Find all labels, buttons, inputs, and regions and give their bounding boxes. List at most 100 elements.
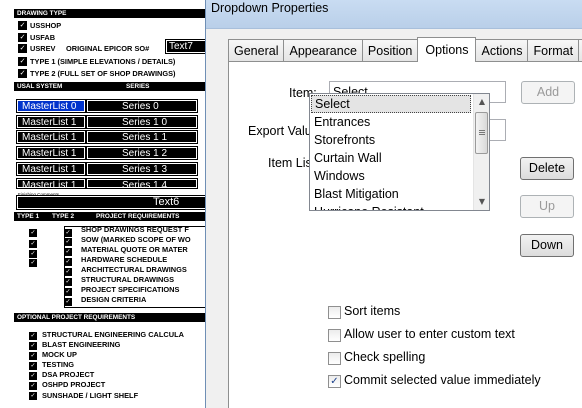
list-item[interactable]: Curtain Wall xyxy=(311,149,471,167)
custom-text-label: Allow user to enter custom text xyxy=(344,327,515,341)
pdf-form-page: DRAWING TYPE ✓ USSHOP ✓ USFAB ✓ USREV OR… xyxy=(0,0,205,408)
type2-req-check[interactable]: ✓ xyxy=(64,248,72,256)
scroll-up-icon[interactable]: ▲ xyxy=(474,94,489,110)
requirement-label: STRUCTURAL DRAWINGS xyxy=(81,275,175,284)
series-dropdown[interactable]: Series 1 0 xyxy=(86,115,198,129)
ussop-checkbox[interactable]: ✓ xyxy=(18,21,27,30)
tab-validate[interactable]: Va xyxy=(578,39,582,62)
optional-requirement-label: TESTING xyxy=(42,360,75,369)
scroll-thumb[interactable] xyxy=(475,112,488,154)
epicor-label: ORIGINAL EPICOR SO# xyxy=(66,44,150,53)
custom-text-checkbox[interactable] xyxy=(328,329,341,342)
series-dropdown[interactable]: Series 1 1 xyxy=(86,130,198,144)
optional-requirement-label: STRUCTURAL ENGINEERING CALCULA xyxy=(42,330,184,339)
requirement-label: MATERIAL QUOTE OR MATER xyxy=(81,245,188,254)
usal-system-label: USAL SYSTEM xyxy=(17,83,63,90)
type2-req-check[interactable]: ✓ xyxy=(64,229,72,237)
list-item[interactable]: Blast Mitigation xyxy=(311,185,471,203)
list-scrollbar[interactable]: ▲ ▼ xyxy=(473,94,489,210)
usfab-label: USFAB xyxy=(30,33,56,42)
type2-req-check[interactable]: ✓ xyxy=(64,238,72,246)
optional-requirement-label: OSHPD PROJECT xyxy=(42,380,106,389)
type2-req-check[interactable]: ✓ xyxy=(64,268,72,276)
system-header: USAL SYSTEM SERIES xyxy=(14,82,205,91)
add-button[interactable]: Add xyxy=(521,81,575,104)
master-list-dropdown[interactable]: MasterList 1 xyxy=(16,146,86,160)
type2-req-check[interactable]: ✓ xyxy=(64,288,72,296)
comments-field[interactable]: Text6 xyxy=(16,195,205,210)
tab-general[interactable]: General xyxy=(228,39,285,62)
tab-format[interactable]: Format xyxy=(527,39,580,62)
type2-req-check[interactable]: ✓ xyxy=(64,278,72,286)
series-dropdown[interactable]: Series 1 2 xyxy=(86,146,198,160)
check-spelling-label: Check spelling xyxy=(344,350,426,364)
type1-req-check[interactable]: ✓ xyxy=(29,240,37,248)
usrev-checkbox[interactable]: ✓ xyxy=(18,44,27,53)
sort-items-checkbox[interactable] xyxy=(328,306,341,319)
usrev-label: USREV xyxy=(30,44,56,53)
requirement-label: SOW (MARKED SCOPE OF WO xyxy=(81,235,191,244)
dialog-title: Dropdown Properties xyxy=(211,1,329,15)
ussop-label: USSHOP xyxy=(30,21,62,30)
optional-req-check[interactable]: ✓ xyxy=(29,372,37,380)
type1-column-label: TYPE 1 xyxy=(17,213,40,220)
type2-column-label: TYPE 2 xyxy=(52,213,75,220)
tab-appearance[interactable]: Appearance xyxy=(283,39,363,62)
type2-checkbox[interactable]: ✓ xyxy=(18,69,27,78)
check-spelling-checkbox[interactable] xyxy=(328,352,341,365)
type1-req-check[interactable]: ✓ xyxy=(29,229,37,237)
list-item[interactable]: Windows xyxy=(311,167,471,185)
commit-immediately-checkbox[interactable]: ✓ xyxy=(328,375,341,388)
optional-requirement-label: MOCK UP xyxy=(42,350,77,359)
optional-requirement-label: SUNSHADE / LIGHT SHELF xyxy=(42,391,139,400)
requirement-label: HARDWARE SCHEDULE xyxy=(81,255,168,264)
optional-req-check[interactable]: ✓ xyxy=(29,362,37,370)
tab-position[interactable]: Position xyxy=(361,39,419,62)
requirement-label: SHOP DRAWINGS REQUEST F xyxy=(81,225,189,234)
dropdown-properties-dialog: Dropdown Properties General Appearance P… xyxy=(205,0,582,408)
type1-req-check[interactable]: ✓ xyxy=(29,259,37,267)
type1-checkbox[interactable]: ✓ xyxy=(18,57,27,66)
tab-options[interactable]: Options xyxy=(417,37,477,62)
sort-items-label: Sort items xyxy=(344,304,401,318)
list-item[interactable]: Entrances xyxy=(311,113,471,131)
optional-requirement-label: BLAST ENGINEERING xyxy=(42,340,121,349)
delete-button[interactable]: Delete xyxy=(520,157,574,180)
master-list-dropdown[interactable]: MasterList 1 xyxy=(16,178,86,189)
type2-req-check[interactable]: ✓ xyxy=(64,258,72,266)
list-item[interactable]: Storefronts xyxy=(311,131,471,149)
drawing-type-header: DRAWING TYPE xyxy=(14,9,205,18)
series-label: SERIES xyxy=(126,83,150,90)
series-dropdown[interactable]: Series 1 3 xyxy=(86,162,198,176)
type2-req-check[interactable]: ✓ xyxy=(64,298,72,306)
series-dropdown[interactable]: Series 0 xyxy=(86,99,198,113)
requirement-label: DESIGN CRITERIA xyxy=(81,295,147,304)
master-list-dropdown[interactable]: MasterList 1 xyxy=(16,130,86,144)
type1-label: TYPE 1 (SIMPLE ELEVATIONS / DETAILS) xyxy=(30,57,176,66)
master-list-dropdown[interactable]: MasterList 0 xyxy=(16,99,86,113)
optional-req-check[interactable]: ✓ xyxy=(29,382,37,390)
requirement-label: PROJECT SPECIFICATIONS xyxy=(81,285,180,294)
series-dropdown[interactable]: Series 1 4 xyxy=(86,178,198,189)
master-list-dropdown[interactable]: MasterList 1 xyxy=(16,115,86,129)
optional-requirements-header: OPTIONAL PROJECT REQUIREMENTS xyxy=(14,313,205,322)
master-list-dropdown[interactable]: MasterList 1 xyxy=(16,162,86,176)
optional-req-check[interactable]: ✓ xyxy=(29,352,37,360)
optional-requirement-label: DSA PROJECT xyxy=(42,370,95,379)
type1-req-check[interactable]: ✓ xyxy=(29,250,37,258)
optional-req-check[interactable]: ✓ xyxy=(29,332,37,340)
list-item[interactable]: Select xyxy=(311,95,471,113)
list-item[interactable]: Hurricane Resistant xyxy=(311,203,471,210)
down-button[interactable]: Down xyxy=(520,234,574,257)
epicor-so-field[interactable]: Text7 xyxy=(165,39,205,54)
commit-immediately-label: Commit selected value immediately xyxy=(344,373,541,387)
item-list-box[interactable]: Select Entrances Storefronts Curtain Wal… xyxy=(309,93,490,211)
optional-req-check[interactable]: ✓ xyxy=(29,392,37,400)
optional-req-check[interactable]: ✓ xyxy=(29,342,37,350)
up-button[interactable]: Up xyxy=(520,195,574,218)
usfab-checkbox[interactable]: ✓ xyxy=(18,33,27,42)
requirement-label: ARCHITECTURAL DRAWINGS xyxy=(81,265,187,274)
dialog-title-bar[interactable]: Dropdown Properties xyxy=(206,0,582,29)
scroll-down-icon[interactable]: ▼ xyxy=(474,194,489,210)
tab-actions[interactable]: Actions xyxy=(475,39,529,62)
